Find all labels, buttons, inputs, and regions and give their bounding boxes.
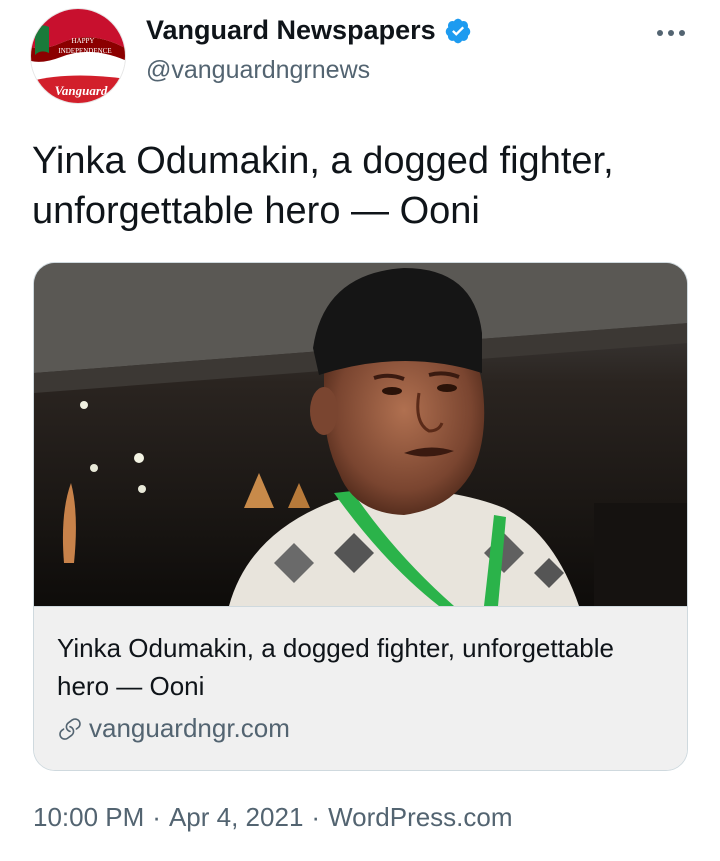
author-handle[interactable]: @vanguardngrnews xyxy=(146,56,370,85)
card-domain[interactable]: vanguardngr.com xyxy=(89,713,290,744)
avatar[interactable]: HAPPY INDEPENDENCE DAY FROM Vanguard xyxy=(30,8,126,104)
verified-badge-icon xyxy=(445,18,470,43)
avatar-text-3: DAY xyxy=(75,56,96,67)
tweet-date[interactable]: Apr 4, 2021 xyxy=(169,802,303,832)
tweet-header: HAPPY INDEPENDENCE DAY FROM Vanguard Van… xyxy=(0,0,720,110)
tweet-meta: 10:00 PM · Apr 4, 2021 · WordPress.com xyxy=(33,802,513,833)
more-options-icon[interactable] xyxy=(651,18,691,48)
link-icon xyxy=(59,717,81,740)
more-dot xyxy=(668,30,674,36)
tweet-source[interactable]: WordPress.com xyxy=(328,802,512,832)
separator: · xyxy=(152,802,161,832)
avatar-text-1: HAPPY xyxy=(72,37,95,45)
more-dot xyxy=(679,30,685,36)
tweet-text: Yinka Odumakin, a dogged fighter, unforg… xyxy=(32,140,614,232)
card-title[interactable]: Yinka Odumakin, a dogged fighter, unforg… xyxy=(57,629,667,705)
tweet-time[interactable]: 10:00 PM xyxy=(33,802,144,832)
more-dot xyxy=(657,30,663,36)
card-body[interactable]: Yinka Odumakin, a dogged fighter, unforg… xyxy=(34,606,687,770)
avatar-text-2: INDEPENDENCE xyxy=(58,47,111,55)
card-domain-row[interactable]: vanguardngr.com xyxy=(57,713,290,744)
author-name-row[interactable]: Vanguard Newspapers xyxy=(146,15,472,46)
author-name[interactable]: Vanguard Newspapers xyxy=(146,15,436,46)
avatar-image: HAPPY INDEPENDENCE DAY FROM Vanguard xyxy=(31,9,125,103)
avatar-text-4: FROM xyxy=(78,70,93,75)
separator: · xyxy=(311,802,321,832)
avatar-text-5: Vanguard xyxy=(55,83,108,98)
card-image[interactable] xyxy=(34,263,688,606)
link-card[interactable]: Yinka Odumakin, a dogged fighter, unforg… xyxy=(33,262,688,771)
